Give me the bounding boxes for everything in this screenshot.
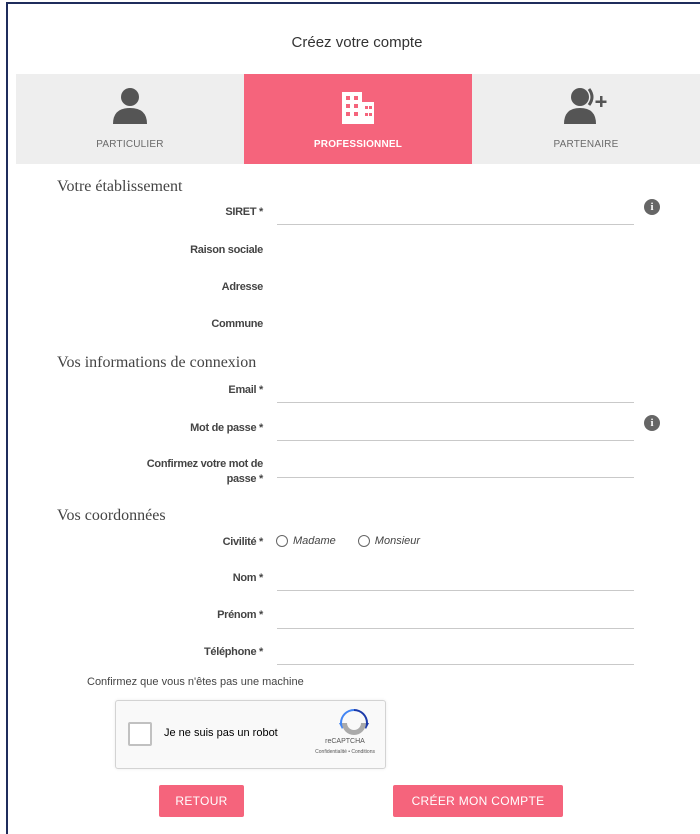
nom-input[interactable] (277, 567, 634, 589)
tab-label: PROFESSIONNEL (313, 139, 403, 150)
recaptcha-links[interactable]: Confidentialité • Conditions (295, 749, 375, 755)
create-account-button[interactable]: CRÉER MON COMPTE (393, 785, 563, 817)
telephone-label: Téléphone * (203, 646, 263, 658)
prenom-input[interactable] (277, 604, 634, 626)
radio-label: Monsieur (374, 535, 421, 547)
raison-sociale-label: Raison sociale (190, 244, 263, 256)
email-label: Email * (228, 384, 263, 396)
commune-label: Commune (211, 318, 263, 330)
building-icon (338, 86, 378, 131)
telephone-underline (277, 664, 634, 665)
tab-particulier[interactable]: PARTICULIER (16, 74, 244, 164)
password-label: Mot de passe * (190, 422, 263, 434)
tab-professionnel[interactable]: PROFESSIONNEL (244, 74, 472, 164)
password-info-icon[interactable]: i (644, 415, 660, 431)
civilite-label: Civilité * (222, 536, 264, 548)
back-button[interactable]: RETOUR (159, 785, 244, 817)
section-heading-connexion: Vos informations de connexion (57, 354, 257, 371)
siret-info-icon[interactable]: i (644, 199, 660, 215)
prenom-underline (277, 628, 634, 629)
nom-underline (277, 590, 634, 591)
siret-label: SIRET * (225, 206, 263, 218)
tab-label: PARTENAIRE (553, 139, 619, 150)
account-type-tabs: PARTICULIER PROFESSIONNEL PARTENAIRE (16, 74, 700, 164)
radio-option-monsieur[interactable]: Monsieur (357, 535, 421, 547)
recaptcha-label: Je ne suis pas un robot (164, 727, 278, 739)
confirm-password-underline (277, 477, 634, 478)
nom-label: Nom * (232, 572, 264, 584)
siret-input[interactable] (277, 201, 634, 223)
tab-label: PARTICULIER (96, 139, 164, 150)
civilite-radio-group: Madame Monsieur (276, 535, 442, 547)
captcha-note: Confirmez que vous n'êtes pas une machin… (87, 676, 304, 688)
password-underline (277, 440, 634, 441)
recaptcha-checkbox[interactable] (128, 722, 152, 746)
prenom-label: Prénom * (217, 609, 263, 621)
radio-label: Madame (293, 535, 336, 547)
confirm-password-label-line1: Confirmez votre mot de (146, 458, 264, 470)
password-input[interactable] (277, 417, 634, 439)
radio-button[interactable] (276, 535, 288, 547)
section-heading-etablissement: Votre établissement (57, 178, 183, 195)
tab-partenaire[interactable]: PARTENAIRE (472, 74, 700, 164)
telephone-input[interactable] (277, 641, 634, 663)
email-input[interactable] (277, 379, 634, 401)
confirm-password-label-line2: passe * (226, 473, 264, 485)
radio-button[interactable] (357, 535, 370, 547)
radio-option-madame[interactable]: Madame (276, 535, 336, 547)
confirm-password-input[interactable] (277, 455, 634, 477)
recaptcha-brand: reCAPTCHA (325, 738, 365, 745)
recaptcha-widget: Je ne suis pas un robot reCAPTCHA Confid… (115, 700, 386, 769)
siret-underline (277, 224, 634, 225)
adresse-label: Adresse (221, 281, 264, 293)
email-underline (277, 402, 634, 403)
person-icon (110, 86, 150, 131)
section-heading-coordonnees: Vos coordonnées (57, 507, 166, 524)
page-title: Créez votre compte (291, 34, 423, 51)
add-user-icon (562, 86, 610, 131)
